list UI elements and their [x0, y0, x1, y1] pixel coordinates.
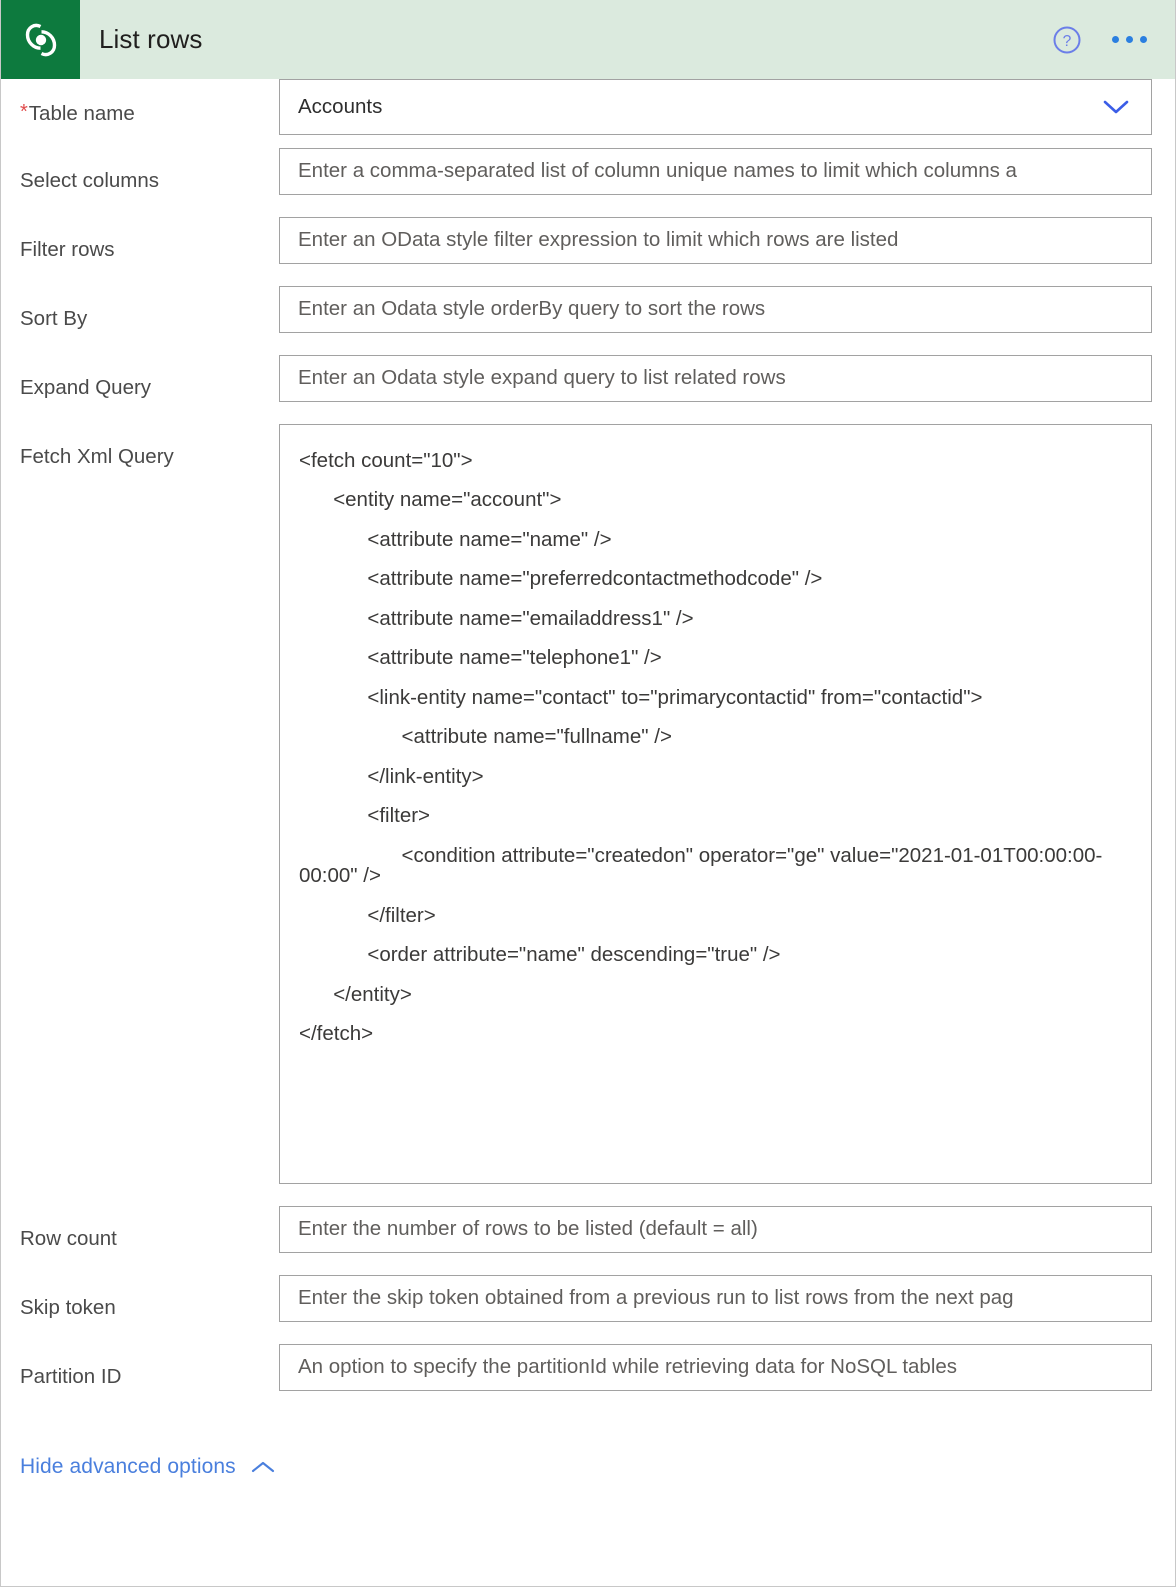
- fetch-xml-query-textarea[interactable]: <fetch count="10"> <entity name="account…: [279, 424, 1152, 1184]
- label-select-columns: Select columns: [20, 169, 160, 192]
- fetch-xml-line: <link-entity name="contact" to="primaryc…: [299, 685, 983, 709]
- label-row-count: Row count: [20, 1227, 117, 1250]
- table-name-dropdown[interactable]: Accounts: [279, 79, 1152, 135]
- more-options-icon[interactable]: [1110, 30, 1149, 49]
- filter-rows-input[interactable]: Enter an OData style filter expression t…: [279, 217, 1152, 264]
- label-filter-rows: Filter rows: [20, 238, 115, 261]
- hide-advanced-options-label: Hide advanced options: [20, 1455, 236, 1478]
- required-asterisk: *: [20, 101, 28, 123]
- svg-text:?: ?: [1063, 32, 1072, 49]
- select-columns-input[interactable]: Enter a comma-separated list of column u…: [279, 148, 1152, 195]
- label-table-name: *Table name: [20, 101, 135, 125]
- row-count-input[interactable]: Enter the number of rows to be listed (d…: [279, 1206, 1152, 1253]
- field-row-fetch-xml-query: Fetch Xml Query <fetch count="10"> <enti…: [1, 424, 1175, 1184]
- field-row-row-count: Row count Enter the number of rows to be…: [1, 1206, 1175, 1275]
- partition-id-input[interactable]: An option to specify the partitionId whi…: [279, 1344, 1152, 1391]
- fetch-xml-line: </filter>: [299, 903, 436, 927]
- sort-by-placeholder: Enter an Odata style orderBy query to so…: [298, 299, 766, 320]
- expand-query-placeholder: Enter an Odata style expand query to lis…: [298, 368, 786, 389]
- fetch-xml-line: </entity>: [299, 982, 412, 1006]
- help-icon[interactable]: ?: [1052, 25, 1082, 55]
- fetch-xml-line: <attribute name="emailaddress1" />: [299, 606, 694, 630]
- field-row-filter-rows: Filter rows Enter an OData style filter …: [1, 217, 1175, 286]
- field-row-sort-by: Sort By Enter an Odata style orderBy que…: [1, 286, 1175, 355]
- sort-by-input[interactable]: Enter an Odata style orderBy query to so…: [279, 286, 1152, 333]
- field-row-expand-query: Expand Query Enter an Odata style expand…: [1, 355, 1175, 424]
- skip-token-placeholder: Enter the skip token obtained from a pre…: [298, 1288, 1014, 1309]
- list-rows-action-card: List rows ? *Table name Accounts Select …: [0, 0, 1176, 1587]
- dataverse-logo: [1, 0, 80, 79]
- expand-query-input[interactable]: Enter an Odata style expand query to lis…: [279, 355, 1152, 402]
- fetch-xml-content: <fetch count="10"> <entity name="account…: [280, 441, 1151, 1054]
- fetch-xml-line: </link-entity>: [299, 764, 484, 788]
- fetch-xml-line: <attribute name="name" />: [299, 527, 612, 551]
- header-actions: ?: [1052, 25, 1175, 55]
- fetch-xml-line: <attribute name="telephone1" />: [299, 646, 662, 669]
- chevron-up-icon[interactable]: [250, 1460, 276, 1475]
- label-fetch-xml-query: Fetch Xml Query: [20, 445, 174, 468]
- partition-id-placeholder: An option to specify the partitionId whi…: [298, 1357, 958, 1378]
- chevron-down-icon[interactable]: [1093, 98, 1151, 116]
- field-row-skip-token: Skip token Enter the skip token obtained…: [1, 1275, 1175, 1344]
- fetch-xml-line: <fetch count="10">: [299, 448, 473, 472]
- select-columns-placeholder: Enter a comma-separated list of column u…: [298, 161, 1017, 182]
- label-sort-by: Sort By: [20, 307, 88, 330]
- fetch-xml-line: <entity name="account">: [299, 488, 562, 511]
- label-expand-query: Expand Query: [20, 376, 152, 399]
- fetch-xml-line: <order attribute="name" descending="true…: [299, 943, 781, 966]
- hide-advanced-options-link[interactable]: Hide advanced options: [1, 1413, 1175, 1479]
- fetch-xml-line: <attribute name="fullname" />: [299, 725, 672, 748]
- fetch-xml-line: </fetch>: [299, 1022, 374, 1045]
- action-parameters-form: *Table name Accounts Select columns Ente…: [1, 79, 1175, 1479]
- label-skip-token: Skip token: [20, 1296, 116, 1319]
- fetch-xml-line: <attribute name="preferredcontactmethodc…: [299, 567, 823, 590]
- label-partition-id: Partition ID: [20, 1365, 122, 1388]
- filter-rows-placeholder: Enter an OData style filter expression t…: [298, 230, 899, 251]
- field-row-table-name: *Table name Accounts: [1, 79, 1175, 148]
- skip-token-input[interactable]: Enter the skip token obtained from a pre…: [279, 1275, 1152, 1322]
- fetch-xml-line: <condition attribute="createdon" operato…: [299, 843, 1103, 887]
- field-row-partition-id: Partition ID An option to specify the pa…: [1, 1344, 1175, 1413]
- fetch-xml-line: <filter>: [299, 804, 431, 827]
- card-header: List rows ?: [1, 0, 1175, 79]
- page-title: List rows: [99, 24, 203, 54]
- field-row-select-columns: Select columns Enter a comma-separated l…: [1, 148, 1175, 217]
- row-count-placeholder: Enter the number of rows to be listed (d…: [298, 1219, 758, 1240]
- table-name-value: Accounts: [298, 96, 383, 118]
